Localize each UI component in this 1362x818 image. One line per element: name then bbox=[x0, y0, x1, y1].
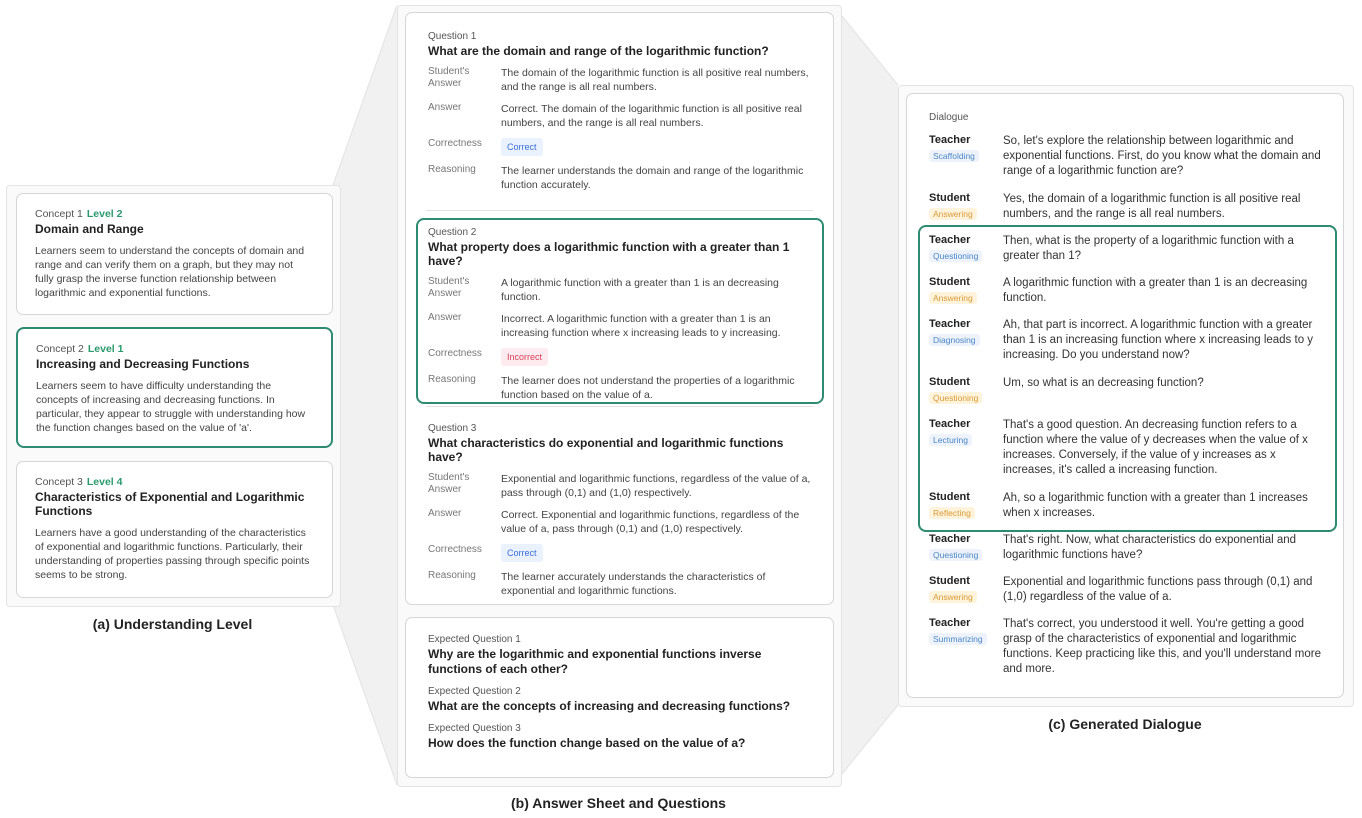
concept-card-2: Concept 2 Level 1 Increasing and Decreasi… bbox=[16, 327, 333, 448]
reasoning-row: Reasoning The learner accurately understa… bbox=[428, 570, 813, 598]
correctness-badge: Correct bbox=[501, 138, 543, 156]
dialogue-turn: Student Answering Yes, the domain of a log… bbox=[929, 192, 1325, 222]
dialogue-act-tag: Questioning bbox=[929, 549, 983, 561]
concept-level: Level 4 bbox=[86, 476, 123, 488]
correctness-row: Correctness Correct bbox=[428, 544, 813, 562]
dialogue-turn: Teacher Summarizing That's correct, you un… bbox=[929, 617, 1325, 677]
answer-value: Correct. The domain of the logarithmic f… bbox=[501, 103, 802, 129]
expected-question-label: Expected Question 1 bbox=[428, 634, 521, 645]
student-answer-key: Student's Answer bbox=[428, 472, 470, 495]
expected-question-title: Why are the logarithmic and exponential … bbox=[428, 647, 762, 676]
concept-title: Characteristics of Exponential and Logar… bbox=[35, 490, 305, 518]
concept-title: Domain and Range bbox=[35, 222, 144, 236]
question-block-1: Question 1 What are the domain and range… bbox=[428, 31, 813, 192]
caption-answer-sheet: (b) Answer Sheet and Questions bbox=[511, 795, 726, 811]
expected-question-title: How does the function change based on th… bbox=[428, 736, 746, 750]
concept-label: Concept 2 Level 1 bbox=[36, 343, 313, 355]
dialogue-turn: Teacher Questioning That's right. Now, wha… bbox=[929, 533, 1325, 563]
concept-label: Concept 3 Level 4 bbox=[35, 476, 314, 488]
utterance-text: So, let's explore the relationship betwe… bbox=[1003, 135, 1321, 177]
expected-questions-card: Expected Question 1 Why are the logarith… bbox=[405, 617, 834, 778]
utterance-text: Yes, the domain of a logarithmic functio… bbox=[1003, 193, 1301, 220]
utterance-text: That's correct, you understood it well. … bbox=[1003, 618, 1321, 675]
question-2-highlight bbox=[416, 218, 824, 404]
dialogue-act-tag: Summarizing bbox=[929, 633, 987, 645]
concept-level: Level 2 bbox=[86, 208, 123, 220]
concept-number: Concept 1 bbox=[35, 208, 83, 220]
correctness-key: Correctness bbox=[428, 544, 482, 555]
divider bbox=[426, 406, 813, 407]
dialogue-highlight bbox=[918, 225, 1337, 532]
expected-question-label: Expected Question 2 bbox=[428, 686, 521, 697]
speaker-name: Student bbox=[929, 575, 970, 587]
divider bbox=[426, 210, 813, 211]
speaker: Teacher Summarizing bbox=[929, 617, 1003, 677]
student-answer-key: Student's Answer bbox=[428, 66, 470, 89]
caption-dialogue: (c) Generated Dialogue bbox=[1048, 716, 1202, 732]
reasoning-value: The learner understands the domain and r… bbox=[501, 165, 804, 191]
dialogue-header: Dialogue bbox=[929, 112, 969, 123]
answer-key: Answer bbox=[428, 508, 462, 519]
expected-question-title: What are the concepts of increasing and … bbox=[428, 699, 791, 713]
expected-question-2: Expected Question 2 What are the concept… bbox=[428, 686, 811, 714]
question-block-3: Question 3 What characteristics do expon… bbox=[428, 423, 813, 598]
question-title: What are the domain and range of the log… bbox=[428, 44, 769, 58]
reasoning-key: Reasoning bbox=[428, 570, 476, 581]
speaker-name: Teacher bbox=[929, 533, 971, 545]
concept-description: Learners have a good understanding of th… bbox=[35, 527, 310, 581]
reasoning-key: Reasoning bbox=[428, 164, 476, 175]
question-label: Question 3 bbox=[428, 423, 477, 434]
speaker-name: Teacher bbox=[929, 134, 971, 146]
speaker-name: Student bbox=[929, 192, 970, 204]
speaker: Teacher Questioning bbox=[929, 533, 1003, 563]
speaker-name: Teacher bbox=[929, 617, 971, 629]
answer-value: Correct. Exponential and logarithmic fun… bbox=[501, 509, 800, 535]
dialogue-turn: Student Answering Exponential and logarith… bbox=[929, 575, 1325, 605]
answer-key: Answer bbox=[428, 102, 462, 113]
student-answer-row: Student's Answer Exponential and logarith… bbox=[428, 472, 813, 500]
concept-card-3: Concept 3 Level 4 Characteristics of Expo… bbox=[16, 461, 333, 598]
student-answer-row: Student's Answer The domain of the logari… bbox=[428, 66, 813, 94]
speaker: Student Answering bbox=[929, 575, 1003, 605]
student-answer-value: Exponential and logarithmic functions, r… bbox=[501, 473, 811, 499]
correctness-key: Correctness bbox=[428, 138, 482, 149]
concept-description: Learners seem to have difficulty underst… bbox=[36, 380, 306, 434]
dialogue-act-tag: Scaffolding bbox=[929, 150, 979, 162]
correctness-badge: Correct bbox=[501, 544, 543, 562]
student-answer-value: The domain of the logarithmic function i… bbox=[501, 67, 809, 93]
expected-question-3: Expected Question 3 How does the functio… bbox=[428, 723, 811, 751]
speaker: Student Answering bbox=[929, 192, 1003, 222]
dialogue-turn: Teacher Scaffolding So, let's explore the … bbox=[929, 134, 1325, 179]
answer-row: Answer Correct. Exponential and logarithm… bbox=[428, 508, 813, 536]
concept-card-1: Concept 1 Level 2 Domain and Range Learne… bbox=[16, 193, 333, 315]
correctness-row: Correctness Correct bbox=[428, 138, 813, 156]
concept-number: Concept 3 bbox=[35, 476, 83, 488]
utterance-text: That's right. Now, what characteristics … bbox=[1003, 534, 1297, 561]
expected-question-label: Expected Question 3 bbox=[428, 723, 521, 734]
answer-row: Answer Correct. The domain of the logarit… bbox=[428, 102, 813, 130]
caption-understanding: (a) Understanding Level bbox=[92, 616, 253, 632]
expected-question-1: Expected Question 1 Why are the logarith… bbox=[428, 634, 811, 677]
question-label: Question 1 bbox=[428, 31, 477, 42]
concept-level: Level 1 bbox=[87, 343, 124, 355]
concept-title: Increasing and Decreasing Functions bbox=[36, 357, 250, 371]
concept-number: Concept 2 bbox=[36, 343, 84, 355]
dialogue-act-tag: Answering bbox=[929, 591, 977, 603]
reasoning-value: The learner accurately understands the c… bbox=[501, 571, 766, 597]
concept-label: Concept 1 Level 2 bbox=[35, 208, 314, 220]
reasoning-row: Reasoning The learner understands the dom… bbox=[428, 164, 813, 192]
dialogue-act-tag: Answering bbox=[929, 208, 977, 220]
question-title: What characteristics do exponential and … bbox=[428, 436, 784, 464]
utterance-text: Exponential and logarithmic functions pa… bbox=[1003, 576, 1313, 603]
speaker: Teacher Scaffolding bbox=[929, 134, 1003, 179]
concept-description: Learners seem to understand the concepts… bbox=[35, 245, 305, 299]
